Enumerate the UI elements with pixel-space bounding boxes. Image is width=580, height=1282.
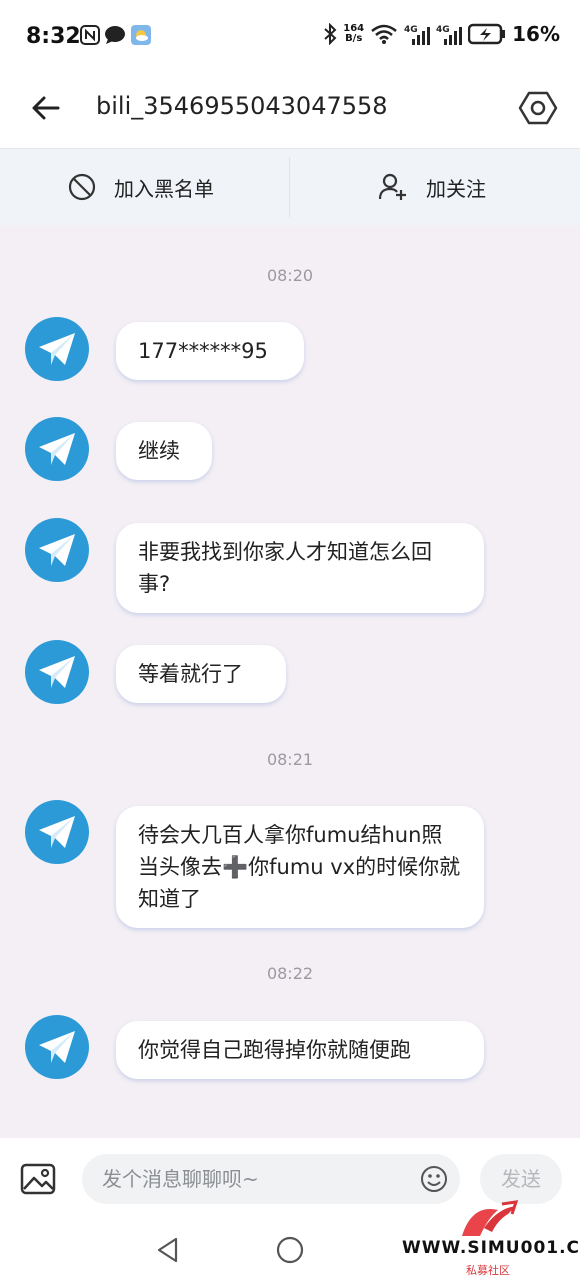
battery-icon <box>468 23 506 45</box>
paper-plane-icon <box>39 333 75 365</box>
avatar[interactable] <box>25 640 89 704</box>
paper-plane-icon <box>39 656 75 688</box>
chat-bubble-icon <box>105 26 125 44</box>
status-time: 8:32 <box>26 24 81 49</box>
paper-plane-icon <box>39 1031 75 1063</box>
signal-1-icon: 4G <box>404 25 431 45</box>
message-input-placeholder: 发个消息聊聊呗~ <box>102 1167 259 1191</box>
image-icon[interactable] <box>20 1161 56 1197</box>
wifi-icon <box>371 24 397 44</box>
follow-button[interactable]: 加关注 <box>378 149 486 225</box>
watermark: WWW.SIMU001.CN 私募社区 <box>400 1196 580 1282</box>
status-right: 164 B/s 4G 4G 16% <box>323 22 560 46</box>
watermark-sub: 私募社区 <box>466 1264 510 1277</box>
avatar[interactable] <box>25 417 89 481</box>
nav-home-icon[interactable] <box>276 1236 304 1264</box>
paper-plane-icon <box>39 534 75 566</box>
watermark-text: WWW.SIMU001.CN <box>402 1238 580 1258</box>
message-bubble[interactable]: 非要我找到你家人才知道怎么回事? <box>116 523 484 613</box>
nav-back-icon[interactable] <box>154 1236 182 1264</box>
message-bubble[interactable]: 等着就行了 <box>116 645 286 703</box>
paper-plane-icon <box>39 433 75 465</box>
message-list[interactable]: 08:20 177******95 继续 非要我找到你家人才知道怎么回事? 等着… <box>0 224 580 1138</box>
add-user-icon <box>378 173 406 200</box>
svg-text:4G: 4G <box>404 25 418 35</box>
svg-text:4G: 4G <box>436 25 450 35</box>
timestamp: 08:21 <box>266 750 314 769</box>
avatar[interactable] <box>25 1015 89 1079</box>
watermark-logo <box>462 1200 519 1236</box>
back-arrow-icon[interactable] <box>28 90 64 126</box>
message-bubble[interactable]: 待会大几百人拿你fumu结hun照当头像去➕你fumu vx的时候你就知道了 <box>116 806 484 928</box>
net-speed: 164 B/s <box>343 24 364 44</box>
timestamp: 08:22 <box>266 964 314 983</box>
weather-icon <box>131 25 151 45</box>
avatar[interactable] <box>25 518 89 582</box>
battery-percent: 16% <box>512 22 560 46</box>
avatar[interactable] <box>25 317 89 381</box>
settings-hexagon-icon[interactable] <box>518 88 558 128</box>
add-to-blacklist-button[interactable]: 加入黑名单 <box>68 149 214 225</box>
action-bar: 加入黑名单 加关注 <box>0 148 580 225</box>
signal-2-icon: 4G <box>436 25 463 45</box>
page-title: bili_3546955043047558 <box>96 92 388 120</box>
timestamp: 08:20 <box>266 266 314 285</box>
net-speed-unit: B/s <box>345 33 363 44</box>
bluetooth-icon <box>324 23 337 45</box>
chat-header: bili_3546955043047558 <box>0 74 580 148</box>
blacklist-label: 加入黑名单 <box>114 176 214 201</box>
status-notification-icons <box>80 24 152 46</box>
message-bubble[interactable]: 你觉得自己跑得掉你就随便跑 <box>116 1021 484 1079</box>
follow-label: 加关注 <box>426 176 486 201</box>
nfc-icon <box>80 25 100 45</box>
action-divider <box>289 157 290 217</box>
message-bubble[interactable]: 继续 <box>116 422 212 480</box>
status-bar: 8:32 164 B/s 4G 4G 16% <box>0 0 580 74</box>
emoji-icon[interactable] <box>420 1165 448 1193</box>
avatar[interactable] <box>25 800 89 864</box>
message-bubble[interactable]: 177******95 <box>116 322 304 380</box>
paper-plane-icon <box>39 816 75 848</box>
block-icon <box>68 173 96 201</box>
